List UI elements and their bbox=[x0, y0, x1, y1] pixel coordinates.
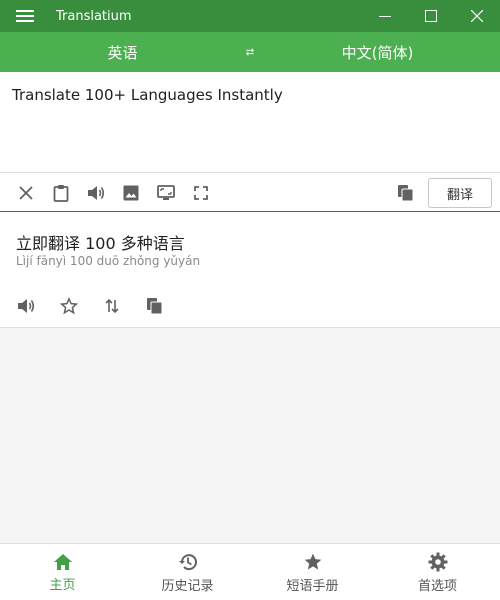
copy-icon[interactable] bbox=[394, 181, 418, 205]
translation-output: 立即翻译 100 多种语言 Lìjí fānyì 100 duō zhǒng y… bbox=[0, 212, 500, 328]
nav-phrasebook-label: 短语手册 bbox=[286, 578, 339, 594]
input-text[interactable]: Translate 100+ Languages Instantly bbox=[12, 86, 488, 104]
input-toolbar: 翻译 bbox=[0, 172, 500, 212]
nav-preferences-label: 首选项 bbox=[417, 578, 457, 594]
history-icon bbox=[178, 553, 197, 570]
target-language-button[interactable]: 中文(简体) bbox=[255, 42, 500, 63]
menu-icon[interactable] bbox=[0, 0, 50, 32]
clipboard-icon[interactable] bbox=[49, 181, 73, 205]
close-button[interactable] bbox=[454, 0, 500, 32]
language-bar: 英语 中文(简体) bbox=[0, 32, 500, 72]
speaker-icon[interactable] bbox=[14, 294, 38, 318]
nav-phrasebook[interactable]: 短语手册 bbox=[250, 544, 375, 600]
star-icon[interactable] bbox=[57, 294, 81, 318]
input-area[interactable]: Translate 100+ Languages Instantly bbox=[0, 72, 500, 172]
speaker-icon[interactable] bbox=[84, 181, 108, 205]
image-icon[interactable] bbox=[119, 181, 143, 205]
copy-icon[interactable] bbox=[143, 294, 167, 318]
nav-home[interactable]: 主页 bbox=[0, 544, 125, 600]
swap-vertical-icon[interactable] bbox=[100, 294, 124, 318]
title-bar: Translatium bbox=[0, 0, 500, 32]
screen-capture-icon[interactable] bbox=[154, 181, 178, 205]
star-icon bbox=[304, 553, 321, 569]
nav-history[interactable]: 历史记录 bbox=[125, 544, 250, 600]
nav-preferences[interactable]: 首选项 bbox=[375, 544, 500, 600]
app-title: Translatium bbox=[56, 8, 132, 24]
nav-home-label: 主页 bbox=[49, 577, 76, 593]
bottom-navigation: 主页 历史记录 短语手册 首选项 bbox=[0, 543, 500, 600]
fullscreen-icon[interactable] bbox=[189, 181, 213, 205]
minimize-button[interactable] bbox=[362, 0, 408, 32]
source-language-button[interactable]: 英语 bbox=[0, 42, 245, 63]
translated-text: 立即翻译 100 多种语言 bbox=[16, 234, 185, 253]
home-icon bbox=[53, 553, 72, 570]
swap-languages-icon[interactable] bbox=[245, 45, 255, 59]
translate-button[interactable]: 翻译 bbox=[428, 178, 492, 208]
pinyin-text: Lìjí fānyì 100 duō zhǒng yǔyán bbox=[16, 254, 201, 268]
gear-icon bbox=[428, 552, 447, 571]
maximize-button[interactable] bbox=[408, 0, 454, 32]
nav-history-label: 历史记录 bbox=[161, 578, 214, 594]
clear-icon[interactable] bbox=[14, 181, 38, 205]
